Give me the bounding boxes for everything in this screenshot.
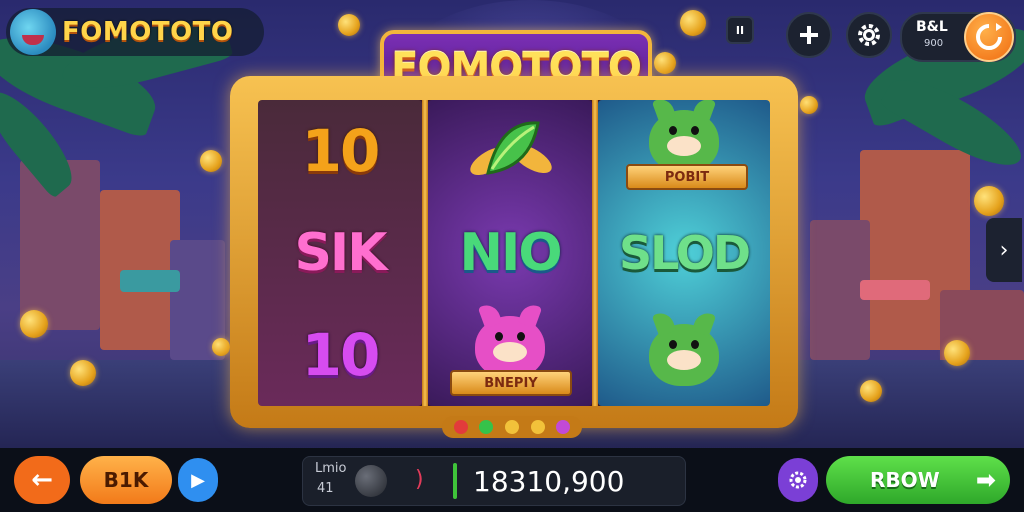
reel-window: 10 SIK 10 NIO BNEPIY POBIT SLOD (258, 100, 770, 406)
pause-icon: II (735, 23, 745, 37)
coin (338, 14, 360, 36)
arrow-right-icon: ➡ (975, 466, 996, 494)
green-mascot (649, 309, 719, 386)
logo-text: FOMOTOTO (62, 17, 234, 47)
reel-2: NIO BNEPIY (428, 100, 592, 406)
pink-mascot (475, 301, 545, 378)
coin (680, 10, 706, 36)
spin-button[interactable]: RBOW ➡ (826, 456, 1010, 504)
refresh-button[interactable] (964, 12, 1014, 62)
symbol-text: SLOD (618, 226, 751, 280)
symbol-text: SIK (294, 223, 387, 283)
spin-label: RBOW (870, 468, 940, 492)
pause-button[interactable]: II (726, 16, 754, 44)
reel-3: POBIT SLOD (598, 100, 770, 406)
leaf-gem-icon (470, 121, 552, 175)
coin (860, 380, 882, 402)
reel-2-bottom-symbol: BNEPIY (428, 301, 592, 406)
gem-yellow (504, 420, 519, 434)
play-button[interactable]: ▶ (178, 458, 218, 502)
coin (70, 360, 96, 386)
arrow-left-icon: ← (31, 465, 53, 495)
right-awning (860, 280, 930, 300)
reel-1-middle-symbol: SIK (258, 202, 422, 304)
readout-label-bottom: 41 (317, 481, 334, 496)
coin (944, 340, 970, 366)
mascot-avatar (10, 9, 56, 55)
reel-2-middle-symbol: NIO (428, 202, 592, 304)
readout-paren: ) (415, 467, 424, 492)
play-icon: ▶ (191, 469, 205, 491)
bet-button[interactable]: B1K (80, 456, 172, 504)
readout-label-top: Lmio (315, 461, 347, 476)
add-button[interactable] (786, 12, 832, 58)
coin (800, 96, 818, 114)
left-awning (120, 270, 180, 292)
reel-2-top-symbol (428, 100, 592, 202)
gem-purple (556, 420, 571, 434)
green-mascot (649, 100, 719, 172)
gem-yellow (530, 420, 545, 434)
gem-red (453, 420, 468, 434)
symbol-text: NIO (459, 223, 562, 283)
reel-3-middle-symbol: SLOD (598, 202, 770, 304)
reel-3-top-symbol: POBIT (598, 100, 770, 202)
gem-green (479, 420, 494, 434)
reel-1-bottom-symbol: 10 (258, 304, 422, 406)
level-marker (453, 463, 457, 499)
coin (20, 310, 48, 338)
settings-button[interactable] (846, 12, 892, 58)
plus-icon (800, 26, 818, 44)
token-icon (355, 465, 387, 497)
symbol-banner: BNEPIY (450, 370, 572, 396)
gem-indicator-row (442, 416, 582, 438)
coin (200, 150, 222, 172)
coin (654, 52, 676, 74)
symbol-text: 10 (301, 117, 381, 185)
readout-value: 18310,900 (473, 465, 625, 498)
next-arrow-button[interactable]: › (986, 218, 1022, 282)
win-readout: Lmio 41 ) 18310,900 (302, 456, 686, 506)
balance-label: B&L (916, 19, 948, 35)
refresh-icon (976, 23, 1002, 50)
chevron-right-icon: › (999, 237, 1009, 263)
bet-label: B1K (103, 468, 149, 492)
symbol-banner: POBIT (626, 164, 748, 190)
back-button[interactable]: ← (14, 456, 70, 504)
symbol-text: 10 (301, 321, 381, 389)
reel-1-top-symbol: 10 (258, 100, 422, 202)
reel-1: 10 SIK 10 (258, 100, 422, 406)
settings-small-button[interactable] (778, 458, 818, 502)
reel-3-bottom-symbol (598, 304, 770, 406)
gear-icon (858, 24, 880, 46)
coin (212, 338, 230, 356)
slot-machine-frame: 10 SIK 10 NIO BNEPIY POBIT SLOD (230, 76, 798, 428)
gear-icon (789, 471, 807, 489)
coin (974, 186, 1004, 216)
game-logo: FOMOTOTO (6, 8, 264, 56)
balance-value: 900 (924, 38, 944, 49)
